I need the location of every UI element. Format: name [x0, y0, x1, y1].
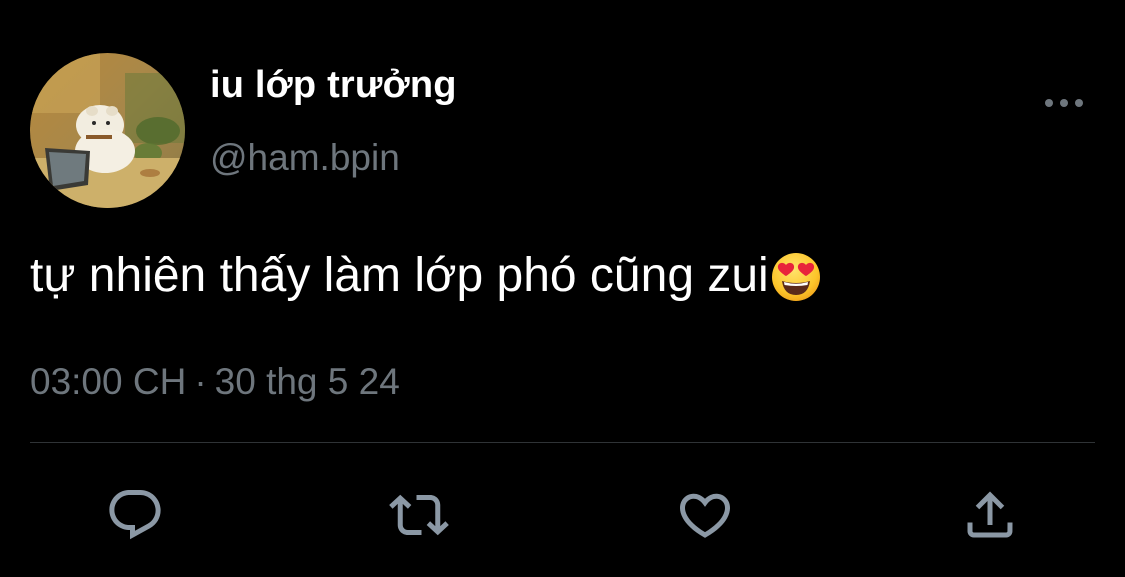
share-icon — [967, 491, 1013, 538]
share-button[interactable] — [955, 480, 1025, 550]
tweet-text-content: tự nhiên thấy làm lớp phó cũng zui — [30, 249, 769, 302]
display-name[interactable]: iu lớp trưởng — [210, 64, 457, 107]
heart-eyes-emoji-icon — [771, 252, 821, 302]
retweet-icon — [389, 494, 449, 536]
hamster-avatar-icon — [30, 53, 185, 208]
like-icon — [679, 493, 731, 538]
username-handle[interactable]: @ham.bpin — [210, 137, 400, 179]
tweet-time: 03:00 CH — [30, 361, 187, 402]
avatar[interactable] — [30, 53, 185, 208]
tweet-text: tự nhiên thấy làm lớp phó cũng zui — [30, 248, 821, 303]
action-bar — [0, 480, 1125, 550]
tweet-date: 30 thg 5 24 — [214, 361, 400, 402]
retweet-button[interactable] — [384, 480, 454, 550]
reply-button[interactable] — [100, 480, 170, 550]
more-horizontal-icon — [1045, 99, 1083, 107]
meta-separator: · — [194, 361, 207, 402]
tweet-timestamp[interactable]: 03:00 CH · 30 thg 5 24 — [30, 361, 400, 403]
reply-icon — [109, 490, 161, 540]
more-options-button[interactable] — [1036, 88, 1092, 118]
like-button[interactable] — [670, 480, 740, 550]
tweet-detail: iu lớp trưởng @ham.bpin tự nhiên thấy là… — [0, 0, 1125, 577]
divider — [30, 442, 1095, 443]
